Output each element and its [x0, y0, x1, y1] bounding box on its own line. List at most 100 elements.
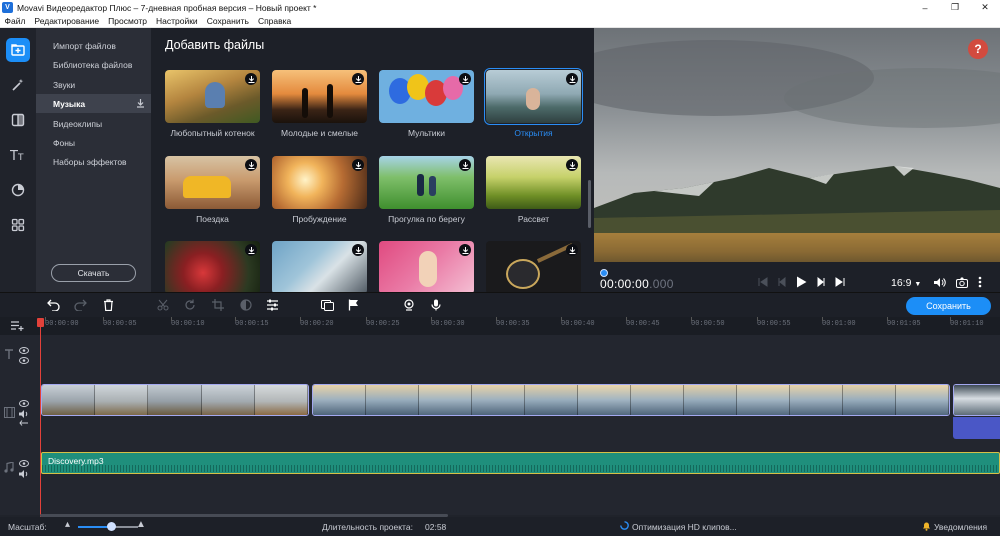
video-clip[interactable] — [953, 384, 1000, 416]
clip-properties-icon[interactable] — [266, 299, 279, 311]
detached-audio-block[interactable] — [953, 417, 1000, 439]
volume-icon[interactable] — [19, 470, 29, 478]
microphone-icon[interactable] — [431, 299, 441, 311]
insert-media-icon[interactable] — [321, 299, 334, 311]
skip-end-icon[interactable] — [835, 277, 845, 287]
help-button[interactable]: ? — [968, 39, 988, 59]
download-icon[interactable] — [352, 244, 364, 256]
video-clip[interactable] — [312, 384, 950, 416]
media-tile[interactable]: Молодые и смелые — [272, 70, 367, 138]
ruler-tick: 00:00:45 — [626, 317, 660, 328]
media-tile[interactable]: Мультики — [379, 70, 474, 138]
volume-icon[interactable] — [19, 410, 29, 418]
download-icon[interactable] — [245, 244, 257, 256]
download-icon[interactable] — [566, 159, 578, 171]
preview-progress-handle[interactable] — [600, 269, 608, 277]
redo-icon[interactable] — [74, 299, 87, 311]
minimize-icon[interactable]: – — [910, 0, 940, 15]
media-tile[interactable] — [486, 241, 581, 292]
add-track-icon[interactable] — [11, 320, 24, 331]
download-icon[interactable] — [245, 159, 257, 171]
zoom-out-icon[interactable]: ▴ — [65, 519, 70, 530]
filters-icon[interactable] — [6, 178, 30, 202]
more-menu-icon[interactable] — [978, 276, 982, 288]
crop-icon[interactable] — [212, 299, 224, 311]
maximize-icon[interactable]: ❐ — [940, 0, 970, 15]
more-tools-icon[interactable] — [6, 213, 30, 237]
media-tile[interactable]: Пробуждение — [272, 156, 367, 224]
media-tile[interactable]: Открытия — [484, 68, 583, 138]
transitions-icon[interactable] — [6, 108, 30, 132]
download-icon[interactable] — [245, 73, 257, 85]
category-videoclips[interactable]: Видеоклипы — [36, 114, 151, 133]
category-effect-packs[interactable]: Наборы эффектов — [36, 152, 151, 171]
cut-icon[interactable] — [157, 299, 169, 311]
tools-rail: TT — [0, 28, 36, 292]
category-label: Наборы эффектов — [53, 156, 127, 167]
media-tile[interactable] — [165, 241, 260, 292]
visibility-eye-icon[interactable] — [19, 347, 29, 354]
media-scrollbar[interactable] — [588, 180, 591, 228]
menu-edit[interactable]: Редактирование — [30, 16, 104, 26]
visibility-eye-icon[interactable] — [19, 460, 29, 467]
undo-icon[interactable] — [47, 299, 60, 311]
category-library[interactable]: Библиотека файлов — [36, 55, 151, 74]
category-import[interactable]: Импорт файлов — [36, 36, 151, 55]
category-music[interactable]: Музыка — [36, 94, 151, 113]
menu-settings[interactable]: Настройки — [152, 16, 203, 26]
download-icon[interactable] — [459, 73, 471, 85]
menu-help[interactable]: Справка — [253, 16, 295, 26]
download-icon[interactable] — [566, 244, 578, 256]
detach-audio-icon[interactable] — [19, 420, 29, 426]
download-icon[interactable] — [459, 244, 471, 256]
download-icon[interactable] — [566, 73, 578, 85]
timeline-ruler[interactable]: 00:00:00 00:00:05 00:00:10 00:00:15 00:0… — [0, 317, 1000, 335]
bell-icon[interactable] — [922, 521, 931, 531]
notifications-link[interactable]: Уведомления — [934, 522, 987, 532]
rotate-icon[interactable] — [184, 299, 196, 311]
volume-icon[interactable] — [933, 277, 946, 288]
menu-view[interactable]: Просмотр — [104, 16, 152, 26]
ruler-tick: 00:00:50 — [691, 317, 725, 328]
audio-clip[interactable]: Discovery.mp3 — [41, 452, 1000, 474]
download-icon[interactable] — [136, 98, 145, 108]
download-icon[interactable] — [459, 159, 471, 171]
download-icon[interactable] — [352, 73, 364, 85]
tile-thumbnail — [165, 70, 260, 123]
download-icon[interactable] — [352, 159, 364, 171]
menu-file[interactable]: Файл — [0, 16, 30, 26]
timecode-ms: .000 — [649, 277, 674, 291]
category-backgrounds[interactable]: Фоны — [36, 133, 151, 152]
media-tile[interactable]: Рассвет — [486, 156, 581, 224]
webcam-record-icon[interactable] — [403, 299, 415, 311]
import-files-icon[interactable] — [6, 38, 30, 62]
snapshot-icon[interactable] — [956, 277, 968, 288]
visibility-eye-icon[interactable] — [19, 357, 29, 364]
close-icon[interactable]: ✕ — [970, 0, 1000, 15]
video-clip[interactable] — [41, 384, 309, 416]
aspect-ratio-select[interactable]: 16:9 ▼ — [891, 277, 921, 289]
titles-icon[interactable]: TT — [6, 143, 30, 167]
magic-wand-icon[interactable] — [6, 73, 30, 97]
media-tile[interactable]: Поездка — [165, 156, 260, 224]
media-tile[interactable] — [379, 241, 474, 292]
category-sounds[interactable]: Звуки — [36, 75, 151, 94]
frame-back-icon[interactable] — [777, 277, 787, 287]
media-tile[interactable] — [272, 241, 367, 292]
zoom-in-icon[interactable]: ▲ — [136, 519, 146, 530]
color-adjust-icon[interactable] — [240, 299, 252, 311]
download-button[interactable]: Скачать — [51, 264, 136, 282]
media-tile[interactable]: Прогулка по берегу — [379, 156, 474, 224]
marker-flag-icon[interactable] — [348, 299, 359, 311]
media-tile[interactable]: Любопытный котенок — [165, 70, 260, 138]
scale-slider-knob[interactable] — [106, 522, 116, 531]
skip-start-icon[interactable] — [758, 277, 768, 287]
save-button[interactable]: Сохранить — [906, 297, 991, 315]
visibility-eye-icon[interactable] — [19, 400, 29, 407]
chevron-down-icon: ▼ — [914, 281, 922, 288]
delete-icon[interactable] — [103, 299, 114, 311]
menu-save[interactable]: Сохранить — [202, 16, 253, 26]
play-icon[interactable] — [796, 276, 807, 288]
frame-forward-icon[interactable] — [816, 277, 826, 287]
playhead[interactable] — [40, 318, 41, 517]
